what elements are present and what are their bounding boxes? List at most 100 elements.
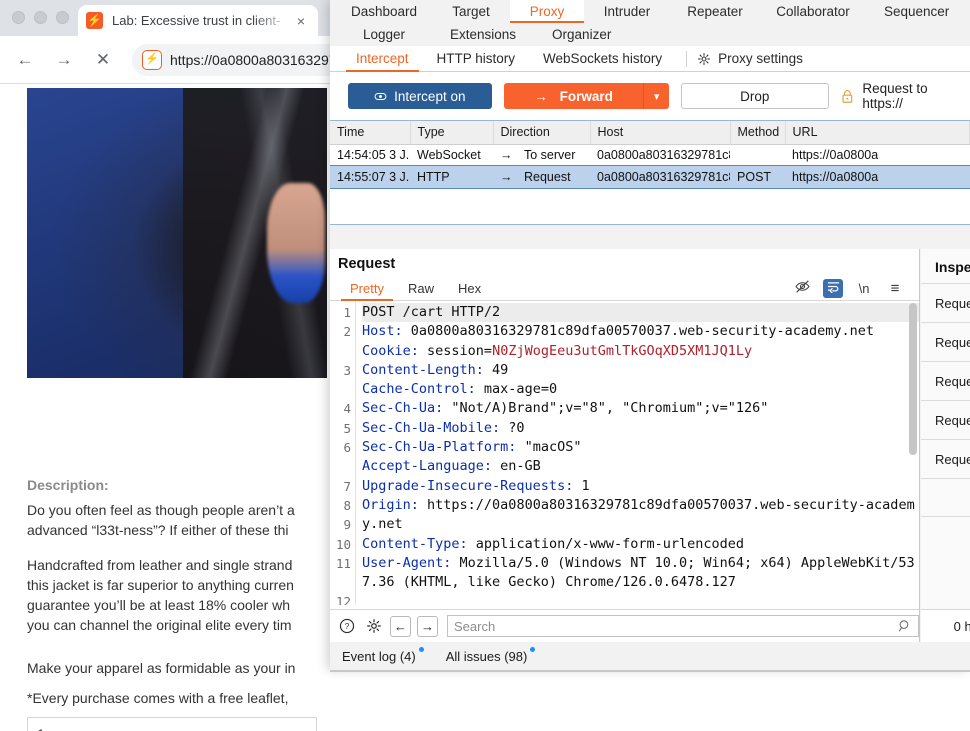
column-header-host[interactable]: Host bbox=[590, 121, 730, 144]
search-highlights-count: 0 highlights bbox=[921, 609, 970, 642]
word-wrap-glyph bbox=[826, 280, 841, 293]
subtab-http-history[interactable]: HTTP history bbox=[423, 46, 530, 72]
line-number: 2 bbox=[330, 322, 351, 341]
line-number: 11 bbox=[330, 554, 351, 573]
window-traffic-lights[interactable] bbox=[12, 11, 69, 24]
inspector-row[interactable]: Reque bbox=[921, 322, 970, 361]
intercept-toggle-button[interactable]: Intercept on bbox=[348, 83, 492, 109]
header-value: 49 bbox=[484, 362, 508, 378]
chevron-down-icon[interactable]: ▾ bbox=[643, 83, 669, 109]
arrow-right-icon: → bbox=[534, 89, 548, 104]
code-line: Sec-Ch-Ua-Platform: "macOS" bbox=[362, 438, 919, 457]
search-next-button[interactable]: → bbox=[417, 616, 438, 637]
table-row[interactable]: 14:54:05 3 J... WebSocket → To server 0a… bbox=[330, 144, 970, 166]
lock-icon bbox=[841, 89, 854, 104]
burp-suite-window: Dashboard Target Proxy Intruder Repeater… bbox=[330, 0, 970, 670]
cell-time: 14:54:05 3 J... bbox=[330, 144, 410, 166]
forward-button[interactable]: → Forward bbox=[504, 83, 644, 109]
event-log-button[interactable]: Event log (4) bbox=[342, 649, 424, 664]
header-key: Cookie: bbox=[362, 343, 419, 359]
request-code-content[interactable]: POST /cart HTTP/2Host: 0a0800a8031632978… bbox=[356, 301, 919, 605]
line-number: 3 bbox=[330, 361, 351, 380]
eye-off-icon[interactable] bbox=[792, 279, 812, 298]
header-value: "macOS" bbox=[516, 439, 581, 455]
proxy-intercept-table[interactable]: Time Type Direction Host Method URL 14:5… bbox=[330, 120, 970, 225]
nav-tab-logger[interactable]: Logger bbox=[336, 23, 432, 46]
cell-host: 0a0800a80316329781c89... bbox=[590, 144, 730, 166]
nav-tab-proxy[interactable]: Proxy bbox=[510, 0, 584, 23]
gear-icon bbox=[697, 52, 711, 66]
browser-tab[interactable]: Lab: Excessive trust in client- × bbox=[78, 5, 318, 36]
settings-gear-icon[interactable] bbox=[363, 616, 384, 637]
code-line: POST /cart HTTP/2 bbox=[362, 303, 919, 322]
code-line: Host: 0a0800a80316329781c89dfa00570037.w… bbox=[362, 322, 919, 341]
inspector-row[interactable]: Reque bbox=[921, 439, 970, 478]
search-prev-button[interactable]: ← bbox=[390, 616, 411, 637]
editor-tab-hex[interactable]: Hex bbox=[446, 276, 493, 301]
header-key: Accept-Language: bbox=[362, 458, 492, 474]
help-glyph: ? bbox=[339, 618, 355, 634]
cell-type: WebSocket bbox=[410, 144, 493, 166]
code-line: Origin: https://0a0800a80316329781c89dfa… bbox=[362, 496, 919, 535]
line-number: 5 bbox=[330, 419, 351, 438]
request-editor-scrollbar[interactable] bbox=[909, 303, 917, 455]
line-number: 10 bbox=[330, 535, 351, 554]
quantity-input[interactable]: 1 bbox=[27, 717, 317, 731]
inspector-row[interactable]: Reque bbox=[921, 400, 970, 439]
table-row[interactable]: 14:55:07 3 J... HTTP → Request 0a0800a80… bbox=[330, 166, 970, 188]
nav-tab-repeater[interactable]: Repeater bbox=[670, 0, 760, 23]
drop-button[interactable]: Drop bbox=[681, 83, 829, 109]
forward-icon[interactable]: → bbox=[47, 43, 81, 77]
editor-tab-raw[interactable]: Raw bbox=[396, 276, 446, 301]
burp-lab-icon bbox=[86, 12, 103, 29]
close-icon[interactable]: × bbox=[292, 13, 310, 29]
column-header-direction[interactable]: Direction bbox=[493, 121, 590, 144]
hamburger-menu-icon[interactable]: ≡ bbox=[885, 280, 905, 297]
inspector-row[interactable]: Reque bbox=[921, 361, 970, 400]
newline-icon[interactable]: \n bbox=[854, 281, 874, 296]
nav-tab-intruder[interactable]: Intruder bbox=[584, 0, 670, 23]
editor-tab-pretty[interactable]: Pretty bbox=[338, 276, 396, 301]
back-icon[interactable]: ← bbox=[8, 43, 42, 77]
request-code-editor[interactable]: 12 3 456 7891011 12 13 POST /cart HTTP/2… bbox=[330, 301, 919, 605]
subtab-intercept[interactable]: Intercept bbox=[342, 46, 423, 72]
header-value: en-GB bbox=[492, 458, 541, 474]
nav-tab-target[interactable]: Target bbox=[432, 0, 510, 23]
cell-time: 14:55:07 3 J... bbox=[330, 166, 410, 188]
column-header-method[interactable]: Method bbox=[730, 121, 785, 144]
help-icon[interactable]: ? bbox=[336, 616, 357, 637]
line-number-continuation bbox=[330, 457, 351, 476]
code-line: User-Agent: Mozilla/5.0 (Windows NT 10.0… bbox=[362, 554, 919, 593]
close-window-button[interactable] bbox=[12, 11, 25, 24]
search-input[interactable]: Search bbox=[447, 615, 919, 637]
minimize-window-button[interactable] bbox=[34, 11, 47, 24]
header-key: Sec-Ch-Ua-Mobile: bbox=[362, 420, 500, 436]
header-key: Sec-Ch-Ua-Platform: bbox=[362, 439, 516, 455]
word-wrap-icon[interactable] bbox=[823, 279, 843, 298]
proxy-settings-button[interactable]: Proxy settings bbox=[697, 51, 815, 66]
nav-tab-dashboard[interactable]: Dashboard bbox=[336, 0, 432, 23]
all-issues-button[interactable]: All issues (98) bbox=[446, 649, 536, 664]
code-line: Upgrade-Insecure-Requests: 1 bbox=[362, 477, 919, 496]
nav-tab-organizer[interactable]: Organizer bbox=[534, 23, 629, 46]
search-icon[interactable] bbox=[898, 619, 912, 633]
stop-loading-icon[interactable]: ✕ bbox=[86, 43, 120, 77]
subtab-websockets-history[interactable]: WebSockets history bbox=[529, 46, 676, 72]
column-header-url[interactable]: URL bbox=[785, 121, 969, 144]
nav-tab-extensions[interactable]: Extensions bbox=[432, 23, 534, 46]
line-number: 9 bbox=[330, 515, 351, 534]
nav-tab-collaborator[interactable]: Collaborator bbox=[760, 0, 866, 23]
inspector-panel: Inspe Reque Reque Reque Reque Reque bbox=[921, 249, 970, 609]
line-number-continuation bbox=[330, 342, 351, 361]
column-header-time[interactable]: Time bbox=[330, 121, 410, 144]
cell-url: https://0a0800a bbox=[785, 166, 969, 188]
description-label: Description: bbox=[27, 477, 109, 493]
maximize-window-button[interactable] bbox=[56, 11, 69, 24]
header-key: Sec-Ch-Ua: bbox=[362, 400, 443, 416]
column-header-type[interactable]: Type bbox=[410, 121, 493, 144]
screen: Lab: Excessive trust in client- × ← → ✕ … bbox=[0, 0, 970, 731]
cell-url: https://0a0800a bbox=[785, 144, 969, 166]
nav-tab-sequencer[interactable]: Sequencer bbox=[866, 0, 967, 23]
all-issues-label: All issues (98) bbox=[446, 649, 528, 664]
inspector-row[interactable]: Reque bbox=[921, 283, 970, 322]
